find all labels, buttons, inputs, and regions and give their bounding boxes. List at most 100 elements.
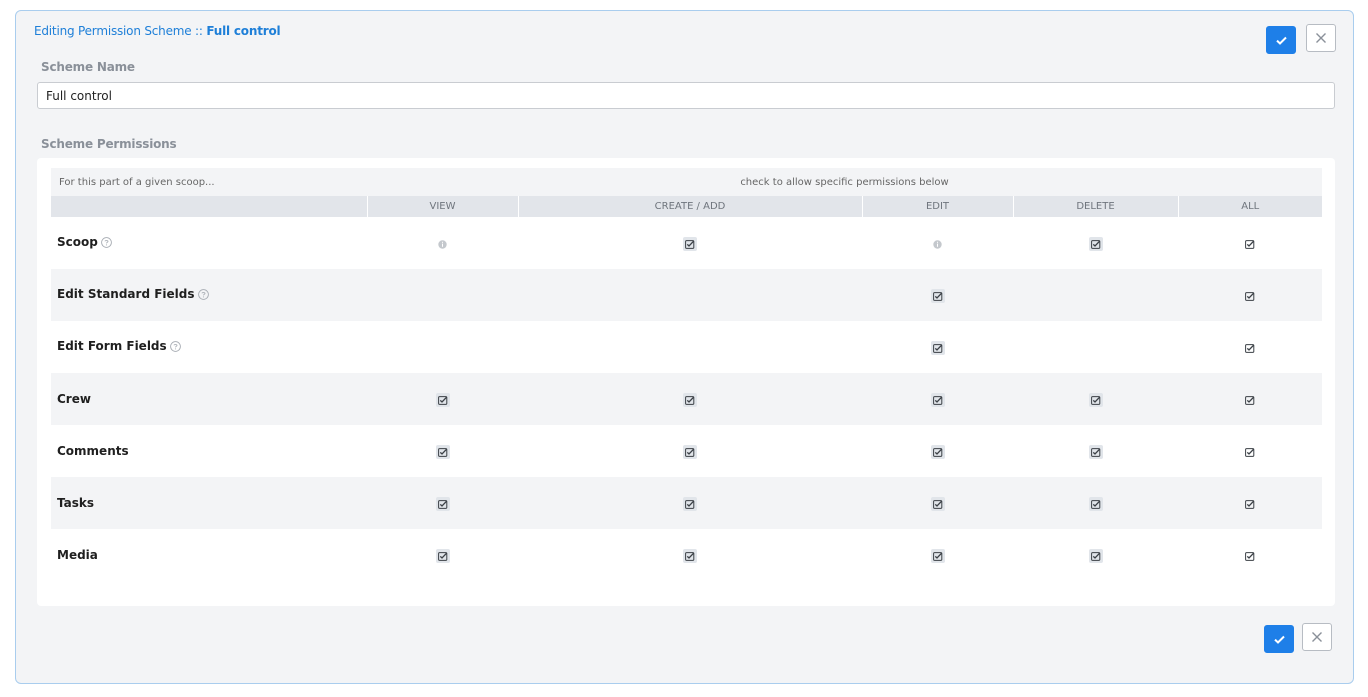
scheme-name-input[interactable] — [37, 82, 1335, 109]
permission-row: Tasks — [51, 477, 1323, 529]
title-prefix: Editing Permission Scheme :: — [34, 24, 207, 38]
checked-box-icon[interactable] — [683, 445, 697, 459]
table-intro-row: For this part of a given scoop... check … — [51, 168, 1323, 196]
checked-box-icon[interactable] — [1243, 237, 1257, 251]
permissions-card: For this part of a given scoop... check … — [37, 158, 1335, 606]
checked-box-icon[interactable] — [930, 289, 945, 303]
checked-box-icon[interactable] — [1243, 289, 1257, 303]
checked-box-icon[interactable] — [683, 237, 697, 251]
checked-box-icon[interactable] — [1088, 237, 1103, 251]
info-circle-icon — [438, 234, 447, 253]
permission-cell-view — [367, 529, 518, 581]
scheme-name-label: Scheme Name — [41, 60, 135, 74]
checked-box-icon[interactable] — [1243, 549, 1257, 563]
permission-row-label-cell: Edit Standard Fields — [51, 269, 367, 321]
permission-row: Media — [51, 529, 1322, 581]
permission-cell-delete — [1013, 477, 1178, 529]
checked-box-icon[interactable] — [1088, 445, 1103, 459]
edit-permission-scheme-panel: Editing Permission Scheme :: Full contro… — [15, 10, 1354, 684]
checked-box-icon[interactable] — [435, 393, 450, 407]
permission-row: Edit Standard Fields — [51, 269, 1323, 321]
checked-box-icon[interactable] — [683, 393, 697, 407]
checked-box-icon[interactable] — [683, 497, 697, 511]
checked-box-icon[interactable] — [1243, 393, 1257, 407]
question-circle-icon[interactable] — [100, 237, 112, 251]
intro-left-text: For this part of a given scoop... — [51, 168, 367, 196]
checked-box-icon[interactable] — [435, 497, 450, 511]
scheme-permissions-label: Scheme Permissions — [41, 137, 177, 151]
checked-box-icon[interactable] — [1243, 497, 1257, 511]
permission-row-label-cell: Tasks — [51, 477, 367, 529]
column-header-all: ALL — [1177, 196, 1323, 217]
permission-cell-delete — [1013, 529, 1178, 581]
permission-cell-edit — [862, 529, 1013, 581]
checked-box-icon[interactable] — [1243, 341, 1257, 355]
checked-box-icon[interactable] — [1088, 393, 1103, 407]
checked-box-icon[interactable] — [1243, 445, 1257, 459]
permission-cell-edit — [862, 425, 1013, 477]
permission-cell-view — [367, 425, 518, 477]
permission-row-label: Edit Form Fields — [57, 339, 167, 353]
permission-row-label: Media — [57, 548, 98, 562]
checked-box-icon[interactable] — [930, 497, 945, 511]
column-header-create-add: CREATE / ADD — [517, 196, 862, 217]
permission-cell-view — [367, 373, 518, 425]
permission-row-label-cell: Scoop — [51, 217, 367, 269]
header-empty — [51, 196, 367, 217]
column-header-view: VIEW — [366, 196, 518, 217]
check-icon — [1275, 36, 1287, 45]
permission-cell-all — [1178, 373, 1323, 425]
permission-cell-create-add — [518, 529, 862, 581]
permission-cell-delete — [1013, 217, 1178, 269]
checked-box-icon[interactable] — [930, 393, 945, 407]
check-icon — [1273, 635, 1285, 644]
save-button-bottom[interactable] — [1264, 625, 1294, 653]
permission-cell-delete — [1013, 373, 1178, 425]
permission-cell-create-add — [518, 217, 862, 269]
permission-row-label-cell: Media — [51, 529, 367, 581]
save-button-top[interactable] — [1266, 26, 1296, 54]
permission-row-label: Edit Standard Fields — [57, 287, 195, 301]
checked-box-icon[interactable] — [1088, 549, 1103, 563]
permission-cell-create-add — [518, 321, 862, 373]
permission-cell-edit — [862, 217, 1013, 269]
question-circle-icon[interactable] — [197, 289, 209, 303]
table-header-row: VIEW CREATE / ADD EDIT DELETE ALL — [51, 196, 1323, 217]
permission-cell-all — [1178, 425, 1322, 477]
permission-row: Comments — [51, 425, 1322, 477]
permission-row: Scoop — [51, 217, 1322, 269]
permission-row-label: Tasks — [57, 496, 95, 510]
checked-box-icon[interactable] — [683, 549, 697, 563]
permission-row: Edit Form Fields — [51, 321, 1322, 373]
column-header-edit: EDIT — [861, 196, 1013, 217]
permission-cell-view — [367, 217, 518, 269]
permission-row-label-cell: Edit Form Fields — [51, 321, 367, 373]
permissions-table: For this part of a given scoop... check … — [51, 168, 1323, 581]
permission-cell-edit — [862, 321, 1013, 373]
permission-row: Crew — [51, 373, 1323, 425]
permission-cell-edit — [862, 373, 1013, 425]
checked-box-icon[interactable] — [930, 445, 945, 459]
cancel-button-bottom[interactable] — [1302, 623, 1332, 651]
checked-box-icon[interactable] — [930, 549, 945, 563]
permission-row-label-cell: Crew — [51, 373, 367, 425]
permission-cell-all — [1178, 321, 1322, 373]
checked-box-icon[interactable] — [435, 549, 450, 563]
permission-cell-delete — [1013, 269, 1178, 321]
permission-cell-delete — [1013, 425, 1178, 477]
checked-box-icon[interactable] — [930, 341, 945, 355]
permission-cell-create-add — [518, 373, 862, 425]
permission-cell-all — [1178, 269, 1323, 321]
permission-cell-view — [367, 321, 518, 373]
permission-cell-create-add — [518, 477, 862, 529]
checked-box-icon[interactable] — [435, 445, 450, 459]
permission-cell-view — [367, 269, 518, 321]
close-icon — [1311, 631, 1323, 643]
column-header-delete: DELETE — [1012, 196, 1178, 217]
question-circle-icon[interactable] — [169, 341, 181, 355]
cancel-button-top[interactable] — [1306, 24, 1336, 52]
checked-box-icon[interactable] — [1088, 497, 1103, 511]
close-icon — [1315, 32, 1327, 44]
permission-cell-all — [1178, 529, 1322, 581]
permission-row-label-cell: Comments — [51, 425, 367, 477]
